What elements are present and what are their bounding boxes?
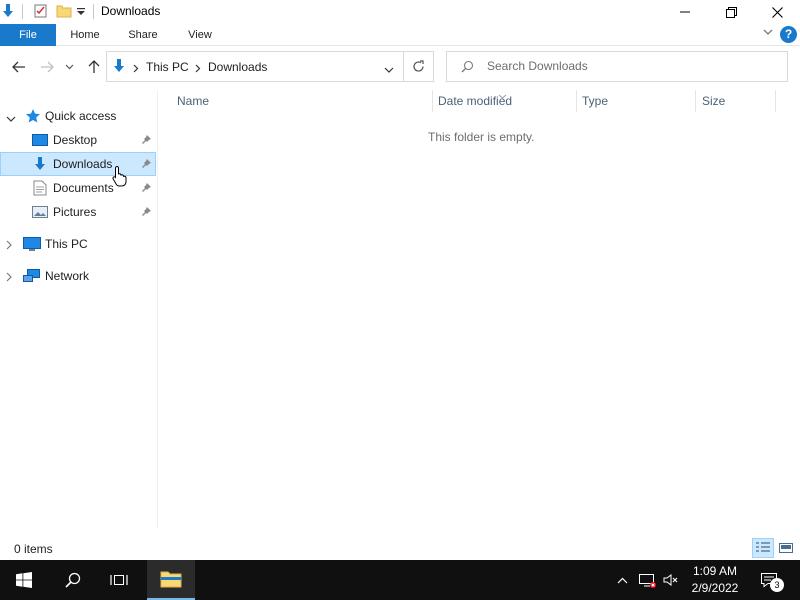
up-button[interactable] — [84, 57, 104, 77]
column-header-type[interactable]: Type — [582, 94, 608, 112]
clock-date: 2/9/2022 — [691, 581, 739, 595]
help-button[interactable]: ? — [780, 26, 797, 43]
nav-network[interactable]: Network — [0, 264, 156, 288]
column-divider[interactable] — [775, 90, 776, 112]
system-clock[interactable]: 1:09 AM 2/9/2022 — [686, 563, 744, 597]
task-view-button[interactable] — [96, 560, 142, 600]
search-button[interactable] — [50, 560, 96, 600]
nav-label: Downloads — [53, 157, 113, 171]
nav-label: Documents — [53, 181, 114, 195]
breadcrumb-this-pc[interactable]: This PC — [146, 60, 189, 74]
hand-cursor-icon — [112, 165, 128, 190]
properties-icon[interactable] — [33, 3, 49, 19]
nav-label: Desktop — [53, 133, 98, 147]
chevron-up-icon[interactable] — [612, 560, 632, 600]
title-bar: Downloads — [0, 0, 800, 24]
minimize-button[interactable] — [662, 0, 708, 24]
status-item-count: 0 items — [14, 542, 53, 556]
nav-quick-access[interactable]: Quick access — [0, 104, 156, 128]
chevron-right-icon[interactable] — [6, 271, 13, 285]
nav-label: Pictures — [53, 205, 97, 219]
divider — [93, 4, 94, 19]
pin-icon — [141, 206, 152, 220]
chevron-right-icon[interactable] — [133, 62, 139, 76]
large-icons-view-button[interactable] — [775, 538, 797, 558]
downloads-icon — [32, 156, 48, 175]
computer-icon — [23, 236, 41, 255]
maximize-button[interactable] — [708, 0, 754, 24]
chevron-right-icon[interactable] — [6, 239, 13, 253]
downloads-icon — [0, 3, 16, 19]
breadcrumb-downloads[interactable]: Downloads — [208, 60, 267, 74]
downloads-icon — [111, 58, 127, 77]
nav-item-desktop[interactable]: Desktop — [0, 128, 156, 152]
tab-share[interactable]: Share — [120, 24, 166, 46]
new-folder-icon[interactable] — [56, 3, 72, 19]
pin-icon — [141, 158, 152, 172]
desktop-icon — [32, 132, 48, 151]
notification-badge: 3 — [770, 578, 784, 592]
empty-folder-message: This folder is empty. — [428, 130, 535, 144]
back-button[interactable] — [9, 57, 29, 77]
nav-label: Network — [45, 269, 90, 283]
tab-view[interactable]: View — [177, 24, 223, 46]
refresh-button[interactable] — [404, 51, 434, 82]
address-history-dropdown[interactable] — [384, 63, 394, 77]
window-title: Downloads — [101, 4, 161, 18]
expand-ribbon-icon[interactable] — [762, 26, 774, 41]
tab-home[interactable]: Home — [62, 24, 108, 46]
pane-divider — [157, 90, 158, 528]
divider — [22, 4, 23, 19]
network-icon — [23, 268, 41, 287]
ribbon-tabs: File Home Share View — [0, 24, 800, 46]
start-button[interactable] — [0, 560, 48, 600]
nav-item-pictures[interactable]: Pictures — [0, 200, 156, 224]
forward-button[interactable] — [37, 57, 57, 77]
column-header-name[interactable]: Name — [177, 94, 209, 112]
clock-time: 1:09 AM — [692, 564, 738, 578]
column-divider[interactable] — [576, 90, 577, 112]
nav-item-documents[interactable]: Documents — [0, 176, 156, 200]
pin-icon — [141, 134, 152, 148]
volume-muted-icon[interactable] — [660, 560, 682, 600]
recent-locations-button[interactable] — [62, 57, 76, 77]
pictures-icon — [32, 204, 48, 223]
close-button[interactable] — [754, 0, 800, 24]
column-divider[interactable] — [432, 90, 433, 112]
details-view-button[interactable] — [752, 538, 774, 558]
address-bar[interactable]: This PC Downloads — [106, 51, 404, 82]
chevron-right-icon[interactable] — [195, 62, 201, 76]
tab-file[interactable]: File — [0, 24, 56, 46]
column-header-date-modified[interactable]: Date modified — [438, 94, 512, 112]
nav-label: Quick access — [45, 109, 117, 123]
nav-this-pc[interactable]: This PC — [0, 232, 156, 256]
column-header-size[interactable]: Size — [702, 94, 725, 112]
customize-toolbar-icon[interactable] — [76, 3, 92, 19]
documents-icon — [33, 180, 47, 199]
nav-item-downloads[interactable]: Downloads — [0, 152, 156, 176]
nav-label: This PC — [45, 237, 88, 251]
search-box[interactable] — [446, 51, 788, 82]
pin-icon — [141, 182, 152, 196]
taskbar: 1:09 AM 2/9/2022 — [0, 560, 800, 600]
column-divider[interactable] — [695, 90, 696, 112]
network-status-icon[interactable] — [636, 560, 658, 600]
search-icon — [461, 60, 474, 76]
search-input[interactable] — [487, 59, 777, 73]
file-explorer-taskbar-button[interactable] — [147, 560, 195, 600]
chevron-down-icon[interactable] — [6, 112, 16, 126]
star-icon — [25, 108, 41, 127]
